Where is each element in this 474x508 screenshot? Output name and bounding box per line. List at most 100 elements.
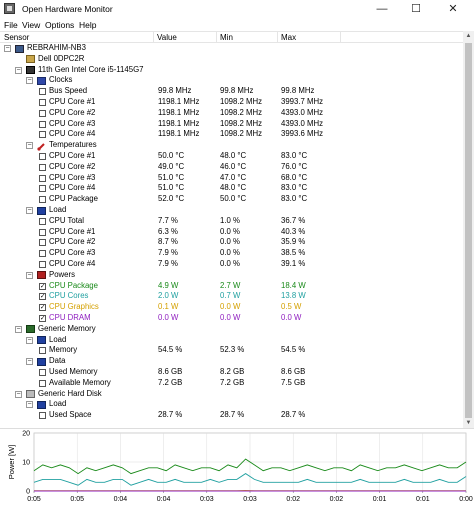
plot-checkbox[interactable] — [39, 174, 46, 182]
tree-row[interactable]: ✓ CPU Graphics 0.1 W 0.0 W 0.5 W — [0, 302, 463, 313]
sensor-max: 83.0 °C — [281, 151, 308, 160]
column-divider[interactable] — [340, 32, 341, 43]
column-max[interactable]: Max — [281, 33, 296, 42]
tree-row[interactable]: CPU Core #2 8.7 % 0.0 % 35.9 % — [0, 237, 463, 248]
collapse-toggle-icon[interactable]: − — [4, 45, 11, 52]
plot-checkbox[interactable]: ✓ — [39, 293, 46, 301]
tree-row[interactable]: Memory 54.5 % 52.3 % 54.5 % — [0, 345, 463, 356]
tree-row[interactable]: − 11th Gen Intel Core i5-1145G7 — [0, 65, 463, 76]
tree-row[interactable]: − Clocks — [0, 75, 463, 86]
collapse-toggle-icon[interactable]: − — [15, 325, 22, 333]
tree-row[interactable]: Used Space 28.7 % 28.7 % 28.7 % — [0, 410, 463, 421]
vertical-scrollbar[interactable]: ▲ ▼ — [463, 31, 474, 428]
plot-checkbox[interactable] — [39, 163, 46, 171]
sensor-value: 1198.1 MHz — [158, 107, 200, 117]
plot-checkbox[interactable] — [39, 196, 46, 204]
tree-row[interactable]: − Data — [0, 356, 463, 367]
menu-view[interactable]: View — [22, 20, 40, 30]
scroll-up-arrow[interactable]: ▲ — [463, 31, 474, 41]
plot-checkbox[interactable]: ✓ — [39, 282, 46, 290]
tree-row[interactable]: ✓ CPU Package 4.9 W 2.7 W 18.4 W — [0, 281, 463, 292]
tree-row[interactable]: CPU Core #4 1198.1 MHz 1098.2 MHz 3993.6 MH… — [0, 129, 463, 140]
tree-row[interactable]: CPU Core #4 51.0 °C 48.0 °C 83.0 °C — [0, 183, 463, 194]
tree-row[interactable]: − Generic Memory — [0, 324, 463, 335]
tree-row[interactable]: − Generic Hard Disk — [0, 389, 463, 400]
plot-checkbox[interactable] — [39, 131, 46, 139]
plot-checkbox[interactable] — [39, 239, 46, 247]
tree-row[interactable]: ✓ CPU DRAM 0.0 W 0.0 W 0.0 W — [0, 313, 463, 324]
tree-row[interactable]: − REBRAHIM-NB3 — [0, 43, 463, 54]
plot-checkbox[interactable] — [39, 228, 46, 236]
plot-checkbox[interactable] — [39, 153, 46, 160]
collapse-toggle-icon[interactable]: − — [15, 390, 22, 398]
tree-row[interactable]: CPU Core #3 1198.1 MHz 1098.2 MHz 4393.0 MH… — [0, 119, 463, 130]
collapse-toggle-icon[interactable]: − — [26, 271, 33, 279]
plot-checkbox[interactable] — [39, 217, 46, 225]
scroll-thumb[interactable] — [465, 43, 472, 418]
sensor-tree[interactable]: − REBRAHIM-NB3 Dell 0DPC2R −11th Gen Intel … — [0, 43, 463, 428]
minimize-button[interactable]: — — [369, 0, 395, 18]
menu-file[interactable]: File — [4, 20, 18, 30]
tree-row[interactable]: CPU Total 7.7 % 1.0 % 36.7 % — [0, 216, 463, 227]
collapse-toggle-icon[interactable]: − — [15, 66, 22, 74]
tree-row[interactable]: − Load — [0, 205, 463, 216]
tree-row[interactable]: CPU Core #1 50.0 °C 48.0 °C 83.0 °C — [0, 151, 463, 162]
tree-row[interactable]: − Load — [0, 335, 463, 346]
menu-options[interactable]: Options — [45, 20, 74, 30]
plot-checkbox[interactable]: ✓ — [39, 304, 46, 312]
tree-row[interactable]: ✓ CPU Cores 2.0 W 0.7 W 13.8 W — [0, 291, 463, 302]
maximize-button[interactable]: ☐ — [403, 0, 429, 18]
tree-row[interactable]: CPU Package 52.0 °C 50.0 °C 83.0 °C — [0, 194, 463, 205]
plot-checkbox[interactable] — [39, 88, 46, 96]
plot-checkbox[interactable] — [39, 347, 46, 355]
tree-row[interactable]: Available Memory 7.2 GB 7.2 GB 7.5 GB — [0, 378, 463, 389]
tree-row[interactable]: CPU Core #2 1198.1 MHz 1098.2 MHz 4393.0 MH… — [0, 108, 463, 119]
collapse-toggle-icon[interactable]: − — [26, 77, 33, 85]
plot-checkbox[interactable] — [39, 412, 46, 420]
sensor-max: 99.8 MHz — [281, 86, 315, 96]
column-min[interactable]: Min — [220, 33, 233, 42]
plot-checkbox[interactable] — [39, 185, 46, 193]
tree-row[interactable]: Used Memory 8.6 GB 8.2 GB 8.6 GB — [0, 367, 463, 378]
plot-checkbox[interactable] — [39, 120, 46, 128]
tree-row[interactable]: CPU Core #1 6.3 % 0.0 % 40.3 % — [0, 227, 463, 238]
sensor-label: REBRAHIM-NB3 — [27, 43, 86, 52]
plot-checkbox[interactable] — [39, 99, 46, 106]
tree-row[interactable]: CPU Core #3 7.9 % 0.0 % 38.5 % — [0, 248, 463, 259]
tree-row[interactable]: − Temperatures — [0, 140, 463, 151]
menu-help[interactable]: Help — [79, 20, 96, 30]
tree-row[interactable]: Bus Speed 99.8 MHz 99.8 MHz 99.8 MHz — [0, 86, 463, 97]
column-divider[interactable] — [277, 32, 278, 43]
column-divider[interactable] — [216, 32, 217, 43]
column-header: Sensor Value Min Max — [0, 31, 463, 43]
tree-row[interactable]: CPU Core #2 49.0 °C 46.0 °C 76.0 °C — [0, 162, 463, 173]
plot-checkbox[interactable]: ✓ — [39, 315, 46, 322]
tree-row[interactable]: CPU Core #4 7.9 % 0.0 % 39.1 % — [0, 259, 463, 270]
column-value[interactable]: Value — [157, 33, 177, 42]
close-button[interactable]: ✕ — [440, 0, 466, 18]
column-divider[interactable] — [153, 32, 154, 43]
collapse-toggle-icon[interactable]: − — [26, 358, 33, 366]
tree-row[interactable]: − Powers — [0, 270, 463, 281]
column-sensor[interactable]: Sensor — [4, 33, 29, 42]
power-plot: 0 10 20 0:05 0:05 0:04 0:04 0:03 0:03 0:02 0:02 0:0… — [0, 428, 474, 508]
sensor-value: 8.7 % — [158, 237, 178, 247]
collapse-toggle-icon[interactable]: − — [26, 401, 33, 409]
tree-row[interactable]: CPU Core #1 1198.1 MHz 1098.2 MHz 3993.7 MH… — [0, 97, 463, 108]
tree-row[interactable]: CPU Core #3 51.0 °C 47.0 °C 68.0 °C — [0, 173, 463, 184]
scroll-down-arrow[interactable]: ▼ — [463, 418, 474, 428]
tree-row[interactable]: Dell 0DPC2R — [0, 54, 463, 65]
collapse-toggle-icon[interactable]: − — [26, 336, 33, 344]
tree-row[interactable]: − Load — [0, 399, 463, 410]
plot-checkbox[interactable] — [39, 369, 46, 376]
sensor-value: 7.7 % — [158, 215, 178, 225]
sensor-label: Generic Memory — [38, 323, 96, 333]
sensor-min: 1098.2 MHz — [220, 97, 263, 106]
collapse-toggle-icon[interactable]: − — [26, 142, 33, 150]
collapse-toggle-icon[interactable]: − — [26, 207, 33, 214]
plot-checkbox[interactable] — [39, 379, 46, 387]
plot-checkbox[interactable] — [39, 261, 46, 268]
x-tick-label: 0:03 — [200, 496, 214, 503]
plot-checkbox[interactable] — [39, 109, 46, 117]
plot-checkbox[interactable] — [39, 250, 46, 258]
